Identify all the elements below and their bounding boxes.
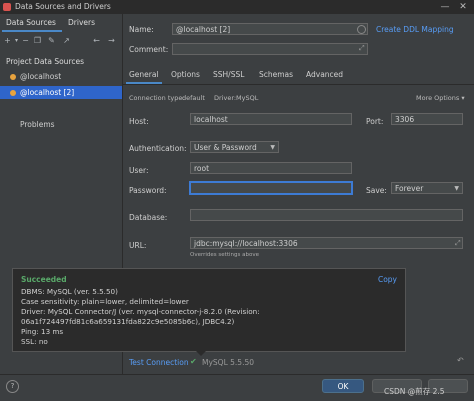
duplicate-icon[interactable]: ❐ — [33, 36, 42, 45]
popup-pointer — [196, 351, 206, 356]
copy-link[interactable]: Copy — [378, 275, 397, 284]
more-options-link[interactable]: More Options ▾ — [416, 94, 465, 102]
expand-icon[interactable]: ⤢ — [455, 239, 461, 248]
port-label: Port: — [366, 117, 384, 126]
authentication-select[interactable]: User & Password ▼ — [190, 141, 279, 153]
authentication-label: Authentication: — [129, 144, 187, 153]
url-field[interactable]: jdbc:mysql://localhost:3306 — [190, 237, 463, 249]
name-field[interactable]: @localhost [2] — [172, 23, 368, 35]
save-select[interactable]: Forever ▼ — [391, 182, 463, 194]
add-icon[interactable]: + — [3, 36, 12, 45]
create-ddl-mapping-link[interactable]: Create DDL Mapping — [376, 25, 454, 34]
comment-field[interactable] — [172, 43, 368, 55]
connection-type-value[interactable]: default — [182, 94, 205, 102]
close-icon[interactable]: ✕ — [458, 2, 468, 12]
popup-line: Case sensitivity: plain=lower, delimited… — [21, 297, 189, 306]
user-field[interactable]: root — [190, 162, 352, 174]
chevron-down-icon: ▼ — [270, 144, 275, 151]
user-label: User: — [129, 166, 149, 175]
window-title: Data Sources and Drivers — [15, 2, 111, 11]
back-icon[interactable]: ← — [92, 36, 101, 45]
wrench-icon[interactable]: ✎ — [47, 36, 56, 45]
url-label: URL: — [129, 241, 147, 250]
tree-item-label: @localhost — [20, 72, 62, 81]
tab-drivers[interactable]: Drivers — [68, 16, 95, 30]
tree-item-localhost[interactable]: @localhost — [0, 70, 122, 83]
authentication-value: User & Password — [194, 143, 257, 152]
ok-button[interactable]: OK — [322, 379, 364, 393]
connection-type-label: Connection type: — [129, 94, 185, 102]
url-hint: Overrides settings above — [190, 252, 259, 258]
tree-item-localhost-2[interactable]: @localhost [2] — [0, 86, 122, 99]
host-field[interactable]: localhost — [190, 113, 352, 125]
tab-options[interactable]: Options — [171, 68, 200, 82]
divider — [123, 84, 474, 85]
minimize-icon[interactable]: — — [440, 2, 450, 12]
popup-line: 06a1f724497fd81c6a659131fda822c9e5085b6c… — [21, 317, 235, 326]
active-tab-indicator — [2, 30, 62, 32]
mysql-icon — [10, 74, 16, 80]
password-field[interactable] — [190, 182, 352, 194]
app-icon — [3, 3, 11, 11]
popup-line: Driver: MySQL Connector/J (ver. mysql-co… — [21, 307, 260, 316]
mysql-icon — [10, 90, 16, 96]
chevron-down-icon: ▼ — [454, 185, 459, 192]
go-to-icon[interactable]: ↗ — [62, 36, 71, 45]
watermark: CSDN @煎存 2.5 — [384, 387, 445, 396]
popup-line: Ping: 13 ms — [21, 327, 64, 336]
driver-label: Driver: — [214, 94, 237, 102]
connection-result-popup: Succeeded Copy DBMS: MySQL (ver. 5.5.50)… — [12, 268, 406, 352]
problems-item[interactable]: Problems — [20, 120, 55, 129]
check-icon: ✔ — [190, 357, 197, 366]
tab-data-sources[interactable]: Data Sources — [6, 16, 56, 30]
color-picker-icon[interactable] — [357, 25, 366, 34]
project-data-sources-header: Project Data Sources — [6, 57, 85, 66]
database-field[interactable] — [190, 209, 463, 221]
status-succeeded: Succeeded — [21, 275, 67, 284]
password-label: Password: — [129, 186, 167, 195]
remove-icon[interactable]: − — [21, 36, 30, 45]
port-field[interactable]: 3306 — [391, 113, 463, 125]
test-result: MySQL 5.5.50 — [202, 358, 254, 367]
save-label: Save: — [366, 186, 387, 195]
test-connection-link[interactable]: Test Connection — [129, 358, 189, 367]
tab-general[interactable]: General — [129, 68, 159, 82]
help-icon[interactable]: ? — [6, 380, 19, 393]
comment-label: Comment: — [129, 45, 169, 54]
tab-ssh-ssl[interactable]: SSH/SSL — [213, 68, 244, 82]
tree-item-label: @localhost [2] — [20, 88, 75, 97]
title-bar: Data Sources and Drivers — ✕ — [0, 0, 474, 14]
database-label: Database: — [129, 213, 168, 222]
save-value: Forever — [395, 184, 424, 193]
popup-line: DBMS: MySQL (ver. 5.5.50) — [21, 287, 118, 296]
expand-icon[interactable]: ⤢ — [359, 44, 365, 53]
tab-advanced[interactable]: Advanced — [306, 68, 343, 82]
tab-schemas[interactable]: Schemas — [259, 68, 293, 82]
more-options-label: More Options — [416, 94, 460, 102]
driver-value[interactable]: MySQL — [236, 94, 258, 102]
popup-line: SSL: no — [21, 337, 48, 346]
name-label: Name: — [129, 25, 154, 34]
undo-icon[interactable]: ↶ — [457, 356, 464, 365]
host-label: Host: — [129, 117, 149, 126]
forward-icon[interactable]: → — [107, 36, 116, 45]
chevron-down-icon: ▾ — [461, 94, 465, 102]
add-dropdown-icon[interactable]: ▾ — [12, 36, 21, 45]
